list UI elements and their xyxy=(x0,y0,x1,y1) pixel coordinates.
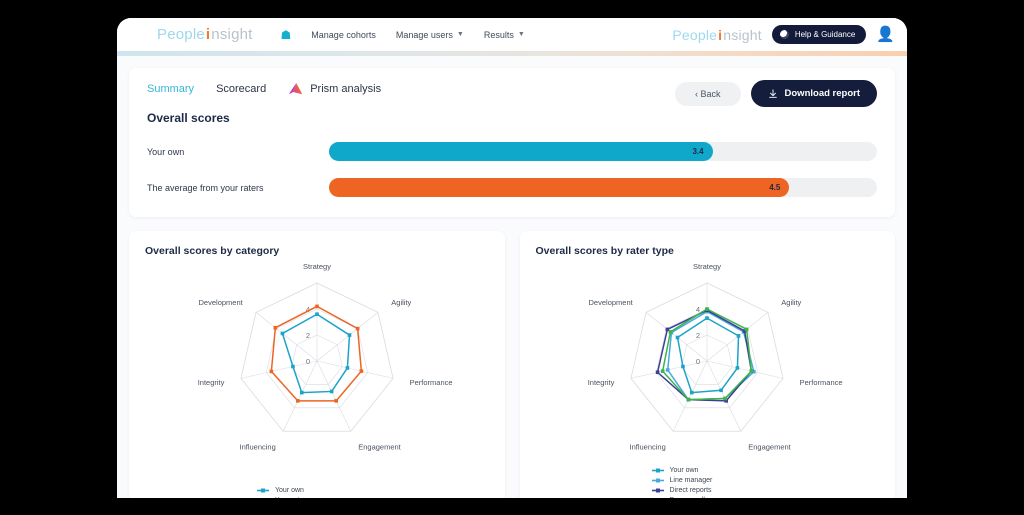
home-icon[interactable]: ☗ xyxy=(281,29,292,41)
prism-icon xyxy=(288,83,303,95)
chevron-down-icon: ▼ xyxy=(456,31,464,38)
legend-item[interactable]: Peer or colleague xyxy=(652,497,725,498)
download-icon xyxy=(768,88,777,98)
legend-label: Peer or colleague xyxy=(670,497,725,498)
user-avatar-icon[interactable]: 👤 xyxy=(876,27,895,42)
chart-title: Overall scores by rater type xyxy=(535,245,674,257)
page-body: Summary Scorecard Prism analysis ‹ Back … xyxy=(117,56,907,498)
brand-part-nsight: nsight xyxy=(723,26,762,43)
legend-color-swatch xyxy=(257,487,269,494)
score-bar-value: 4.5 xyxy=(769,183,781,192)
app-window: People i nsight ☗ Manage cohorts Manage us… xyxy=(117,18,907,498)
charts-row: Overall scores by category 0 2 4 Strategy Ag… xyxy=(129,231,895,498)
score-bar-track: 4.5 xyxy=(329,178,877,197)
nav-link-label: Manage cohorts xyxy=(311,29,376,40)
back-button[interactable]: ‹ Back xyxy=(675,81,741,106)
svg-text:Influencing: Influencing xyxy=(239,443,275,452)
svg-text:0: 0 xyxy=(306,357,310,366)
brand-part-i: i xyxy=(718,26,723,43)
page-title: Overall scores xyxy=(147,111,230,125)
score-bar-row: Your own 3.4 xyxy=(147,142,877,161)
score-bar-label: Your own xyxy=(147,146,185,157)
legend-item[interactable]: Direct reports xyxy=(651,487,712,494)
brand-part-people: People xyxy=(672,26,718,43)
brand-part-i: i xyxy=(205,26,211,43)
chart-title: Overall scores by category xyxy=(145,245,280,257)
chart-legend-by-rater-type: Your own Line manager Direct reports Peer o… xyxy=(520,467,896,498)
nav-link-results[interactable]: Results ▼ xyxy=(484,30,525,40)
svg-text:0: 0 xyxy=(696,357,700,366)
legend-label: Line manager xyxy=(669,477,713,484)
navbar-right: People i nsight Help & Guidance 👤 xyxy=(672,25,895,44)
nav-link-label: Results xyxy=(483,29,514,40)
tab-label: Prism analysis xyxy=(310,83,382,95)
chevron-down-icon: ▼ xyxy=(517,31,525,38)
svg-text:Performance: Performance xyxy=(800,378,843,387)
svg-text:Integrity: Integrity xyxy=(588,378,615,387)
tab-prism-analysis[interactable]: Prism analysis xyxy=(288,82,381,96)
score-bar-fill-raters-average: 4.5 xyxy=(329,178,790,197)
help-circle-icon xyxy=(779,30,789,39)
score-bar-fill-your-own: 3.4 xyxy=(329,142,713,161)
radar-chart-by-rater-type: 0 2 4 Strategy Agility Performance Engagement I… xyxy=(588,262,843,452)
legend-label: Your own xyxy=(669,467,699,474)
chart-card-by-rater-type: Overall scores by rater type 0 2 4 Strategy… xyxy=(519,231,896,498)
brand-logo-right: People i nsight xyxy=(672,27,761,43)
legend-color-swatch xyxy=(651,477,664,484)
legend-label: Your own xyxy=(275,487,304,494)
download-button-label: Download report xyxy=(784,88,860,99)
tab-summary[interactable]: Summary xyxy=(147,83,194,95)
svg-text:2: 2 xyxy=(306,331,310,340)
nav-link-label: Manage users xyxy=(395,29,453,40)
legend-item[interactable]: Your own xyxy=(257,487,304,494)
legend-item[interactable]: Line manager xyxy=(651,477,713,484)
svg-text:Engagement: Engagement xyxy=(748,443,791,452)
legend-item[interactable]: Your raters xyxy=(257,497,309,498)
svg-text:2: 2 xyxy=(696,331,700,340)
download-report-button[interactable]: Download report xyxy=(750,80,877,107)
legend-color-swatch xyxy=(652,497,664,498)
legend-label: Your raters xyxy=(275,497,309,498)
action-buttons: ‹ Back Download report xyxy=(675,80,877,107)
svg-text:4: 4 xyxy=(696,305,700,314)
brand-logo-left[interactable]: People i nsight xyxy=(157,26,253,43)
nav-link-manage-users[interactable]: Manage users ▼ xyxy=(396,30,464,40)
score-bar-track: 3.4 xyxy=(329,142,877,161)
svg-text:Engagement: Engagement xyxy=(358,443,401,452)
brand-part-nsight: nsight xyxy=(211,26,253,43)
legend-color-swatch xyxy=(651,487,664,494)
svg-text:Integrity: Integrity xyxy=(197,378,224,387)
top-navbar: People i nsight ☗ Manage cohorts Manage us… xyxy=(117,18,907,51)
radar-chart-by-category: 024StrategyAgilityPerformanceEngagementI… xyxy=(197,262,452,452)
help-button-label: Help & Guidance xyxy=(794,30,856,39)
help-and-guidance-button[interactable]: Help & Guidance xyxy=(771,25,867,44)
overall-scores-card: Summary Scorecard Prism analysis ‹ Back … xyxy=(129,68,895,217)
legend-color-swatch xyxy=(257,497,269,498)
svg-text:Strategy: Strategy xyxy=(693,262,721,271)
chart-legend-by-category: Your own Your raters xyxy=(129,487,505,498)
svg-text:Influencing: Influencing xyxy=(630,443,666,452)
legend-color-swatch xyxy=(651,467,664,474)
brand-part-people: People xyxy=(157,26,205,43)
legend-label: Direct reports xyxy=(669,487,712,494)
svg-text:Performance: Performance xyxy=(409,378,452,387)
svg-text:Development: Development xyxy=(589,298,634,307)
score-bar-row: The average from your raters 4.5 xyxy=(147,178,877,197)
nav-link-manage-cohorts[interactable]: Manage cohorts xyxy=(311,30,376,40)
chart-card-by-category: Overall scores by category 0 2 4 Strategy Ag… xyxy=(129,231,505,498)
nav-links: ☗ Manage cohorts Manage users ▼ Results … xyxy=(281,29,525,41)
svg-text:Strategy: Strategy xyxy=(303,262,331,271)
score-bar-value: 3.4 xyxy=(692,147,704,156)
score-bar-label: The average from your raters xyxy=(147,182,264,193)
svg-text:Agility: Agility xyxy=(391,298,411,307)
tab-scorecard[interactable]: Scorecard xyxy=(216,83,266,95)
legend-item[interactable]: Your own xyxy=(651,467,699,474)
svg-text:Development: Development xyxy=(198,298,243,307)
svg-text:Agility: Agility xyxy=(782,298,802,307)
